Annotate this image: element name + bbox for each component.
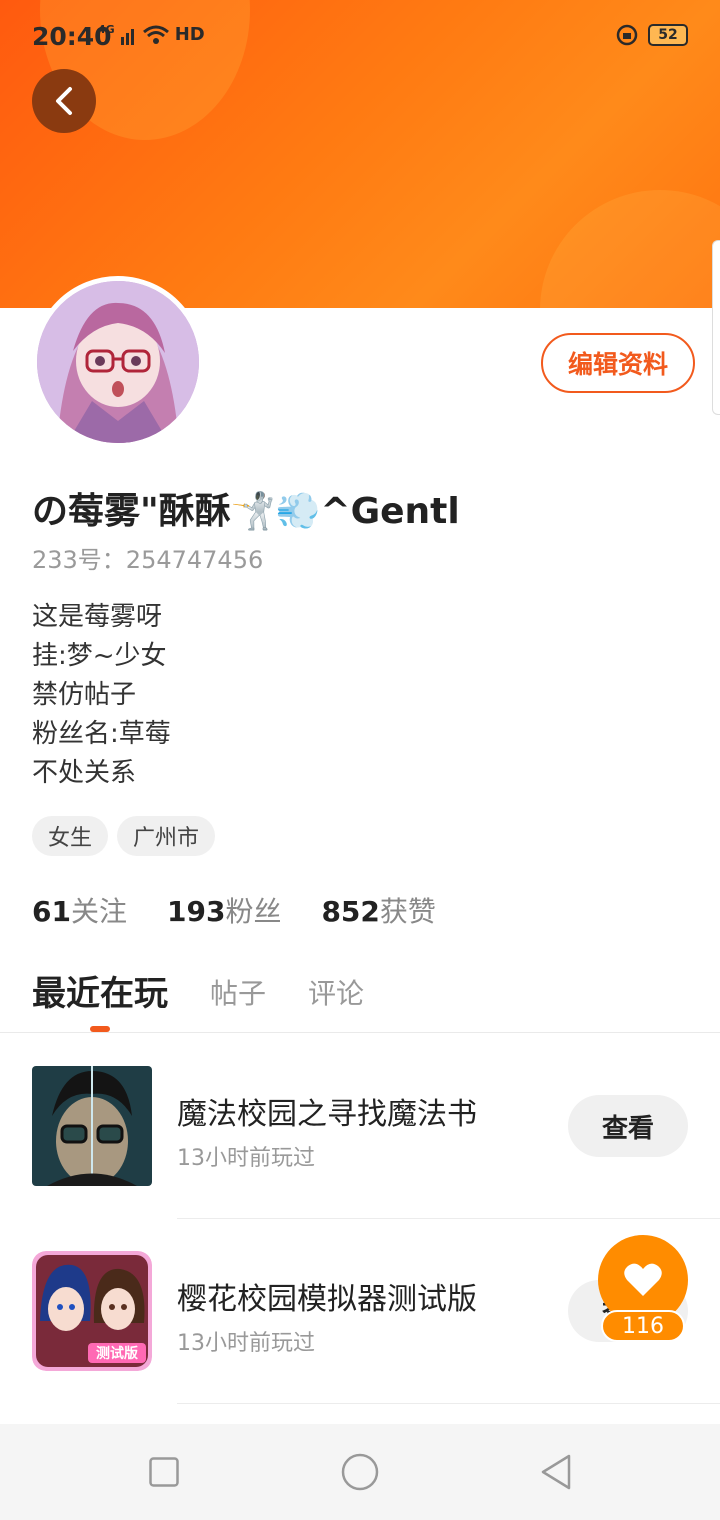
view-game-button[interactable]: 查看	[568, 1095, 688, 1157]
avatar[interactable]	[32, 276, 204, 448]
user-id: 233号：254747456	[32, 546, 264, 574]
hd-label: HD	[174, 24, 205, 45]
like-count-badge: 116	[601, 1310, 685, 1342]
tab-posts[interactable]: 帖子	[210, 972, 266, 1015]
game-name: 樱花校园模拟器测试版	[177, 1282, 477, 1317]
gender-tag: 女生	[32, 816, 109, 856]
bio-line: 粉丝名:草莓	[32, 719, 171, 749]
network-label: 4G	[98, 23, 115, 36]
heart-icon	[624, 1263, 662, 1296]
square-icon	[149, 1457, 179, 1487]
back-button[interactable]	[32, 69, 96, 133]
game-thumbnail	[32, 1066, 152, 1186]
avatar-image	[37, 281, 199, 443]
recent-apps-button[interactable]	[140, 1448, 188, 1496]
triangle-back-icon	[541, 1454, 571, 1490]
signal-icon	[120, 28, 134, 45]
following-stat[interactable]: 61关注	[32, 890, 127, 930]
username: の莓雾"酥酥🤺💨^Gentl	[32, 491, 460, 532]
rotation-lock-icon	[616, 24, 638, 46]
bio-line: 挂:梦~少女	[32, 641, 167, 671]
profile-stats: 61关注 193粉丝 852获赞	[32, 890, 436, 930]
bio-line: 禁仿帖子	[32, 680, 137, 710]
home-button[interactable]	[336, 1448, 384, 1496]
system-navigation-bar	[0, 1424, 720, 1520]
game-list-item[interactable]: 魔法校园之寻找魔法书 13小时前玩过 查看	[0, 1034, 720, 1219]
game-last-played: 13小时前玩过	[177, 1331, 315, 1356]
followers-stat[interactable]: 193粉丝	[167, 890, 281, 930]
battery-indicator: 52	[648, 24, 688, 46]
tabs-divider	[0, 1032, 720, 1033]
game-name: 魔法校园之寻找魔法书	[177, 1097, 477, 1132]
circle-icon	[341, 1453, 379, 1491]
tab-comments[interactable]: 评论	[308, 972, 364, 1015]
chevron-left-icon	[56, 87, 72, 115]
back-nav-button[interactable]	[532, 1448, 580, 1496]
bio: 这是莓雾呀 挂:梦~少女 禁仿帖子 粉丝名:草莓 不处关系	[32, 598, 171, 793]
game-thumbnail: 测试版	[32, 1251, 152, 1371]
bio-line: 这是莓雾呀	[32, 602, 163, 632]
list-divider	[177, 1403, 720, 1404]
side-handle[interactable]	[712, 240, 720, 415]
status-bar: 20:40 4G HD 52	[0, 0, 720, 74]
game-last-played: 13小时前玩过	[177, 1146, 315, 1171]
bio-line: 不处关系	[32, 758, 137, 788]
game-icon-magic-school	[32, 1066, 152, 1186]
profile-tags: 女生 广州市	[32, 816, 216, 856]
wifi-icon	[142, 25, 169, 44]
tab-recently-played[interactable]: 最近在玩	[32, 966, 168, 1015]
edit-profile-button[interactable]: 编辑资料	[541, 333, 695, 393]
profile-tabs: 最近在玩 帖子 评论	[32, 966, 406, 1015]
location-tag: 广州市	[117, 816, 216, 856]
test-version-badge: 测试版	[96, 1345, 138, 1362]
game-icon-sakura-school: 测试版	[32, 1251, 152, 1371]
likes-stat[interactable]: 852获赞	[321, 890, 435, 930]
